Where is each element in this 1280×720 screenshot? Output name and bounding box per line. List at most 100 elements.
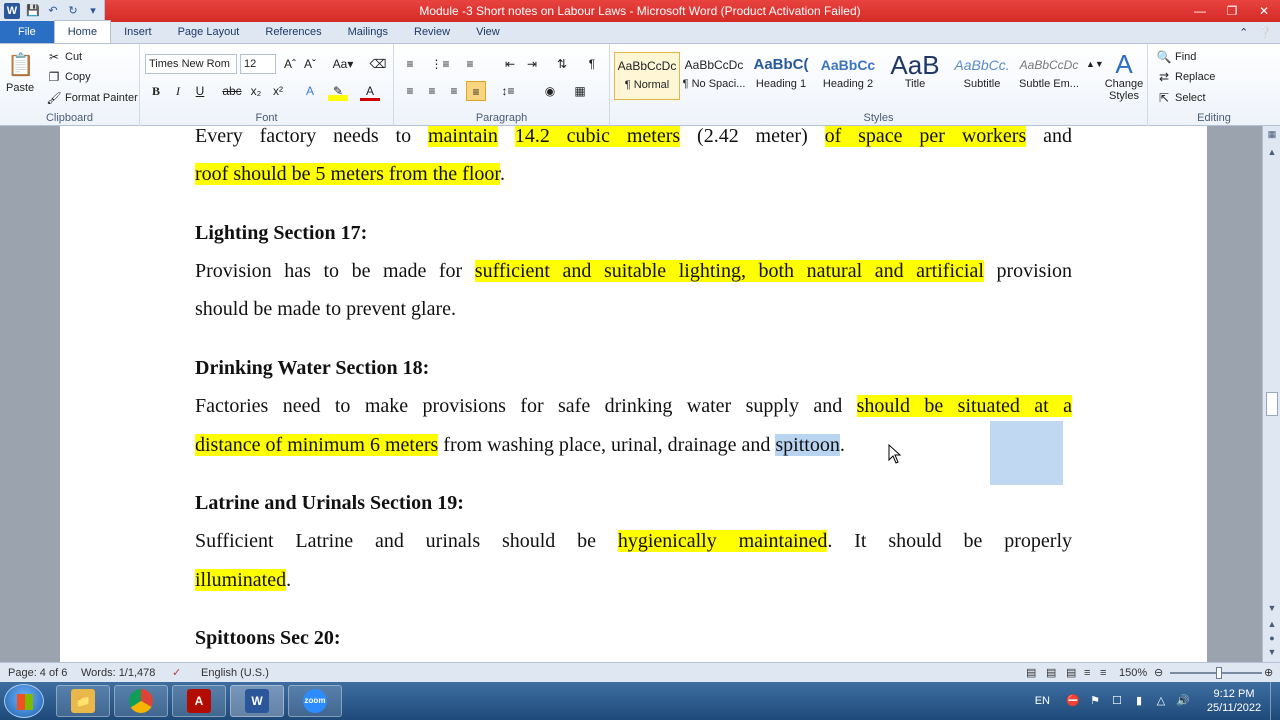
- style-no-spacing[interactable]: AaBbCcDc ¶ No Spaci...: [681, 52, 747, 100]
- tab-review[interactable]: Review: [401, 21, 463, 43]
- replace-button[interactable]: ⇄ Replace: [1156, 69, 1215, 85]
- zoom-slider-thumb[interactable]: [1216, 667, 1222, 679]
- undo-icon[interactable]: ↶: [46, 4, 60, 18]
- format-painter-button[interactable]: 🖌 Format Painter: [46, 90, 137, 106]
- underline-icon[interactable]: U: [190, 81, 210, 101]
- tab-references[interactable]: References: [252, 21, 334, 43]
- tab-mailings[interactable]: Mailings: [335, 21, 401, 43]
- language[interactable]: English (U.S.): [201, 663, 269, 683]
- ruler-toggle-icon[interactable]: ▦: [1263, 126, 1280, 142]
- help-icon[interactable]: ❔: [1258, 26, 1272, 39]
- taskbar-acrobat[interactable]: A: [172, 685, 226, 717]
- close-button[interactable]: ✕: [1248, 0, 1280, 22]
- selected-text[interactable]: spittoon: [775, 434, 840, 456]
- taskbar-word[interactable]: W: [230, 685, 284, 717]
- strikethrough-icon[interactable]: abc: [222, 81, 242, 101]
- cut-button[interactable]: ✂ Cut: [46, 49, 82, 65]
- customize-qat-icon[interactable]: ▾: [86, 4, 100, 18]
- find-button[interactable]: 🔍 Find: [1156, 49, 1197, 65]
- align-left-icon[interactable]: ≡: [400, 81, 420, 101]
- restore-button[interactable]: ❐: [1216, 0, 1248, 22]
- show-formatting-icon[interactable]: ¶: [582, 54, 602, 74]
- print-layout-icon[interactable]: ▤: [1026, 663, 1036, 683]
- show-desktop-button[interactable]: [1270, 682, 1280, 720]
- change-case-icon[interactable]: Aa▾: [330, 54, 356, 74]
- line-spacing-icon[interactable]: ↕≡: [498, 81, 518, 101]
- taskbar-explorer[interactable]: 📁: [56, 685, 110, 717]
- font-family-select[interactable]: Times New Rom: [145, 54, 237, 74]
- start-button[interactable]: [4, 684, 44, 718]
- redo-icon[interactable]: ↻: [66, 4, 80, 18]
- draft-view-icon[interactable]: ≡: [1100, 663, 1106, 683]
- grow-font-icon[interactable]: Aˆ: [280, 54, 300, 74]
- bullets-icon[interactable]: ≡: [400, 54, 420, 74]
- zoom-out-icon[interactable]: ⊖: [1154, 663, 1163, 683]
- clear-formatting-icon[interactable]: ⌫: [368, 54, 388, 74]
- page-count[interactable]: Page: 4 of 6: [8, 663, 67, 683]
- taskbar-chrome[interactable]: [114, 685, 168, 717]
- scroll-down-icon[interactable]: ▼: [1263, 600, 1280, 616]
- italic-icon[interactable]: I: [168, 81, 188, 101]
- save-icon[interactable]: 💾: [26, 4, 40, 18]
- network-icon[interactable]: ☐: [1110, 694, 1124, 708]
- minimize-button[interactable]: —: [1184, 0, 1216, 22]
- increase-indent-icon[interactable]: ⇥: [522, 54, 542, 74]
- proofing-icon[interactable]: ✓: [172, 663, 181, 683]
- style-title[interactable]: AaB Title: [882, 52, 948, 100]
- clipboard-group: 📋 Paste ✂ Cut ❐ Copy 🖌 Format Painter Cl…: [0, 44, 140, 126]
- shrink-font-icon[interactable]: Aˇ: [300, 54, 320, 74]
- no-entry-icon[interactable]: ⛔: [1066, 694, 1080, 708]
- styles-scroll-icon[interactable]: ▲▼: [1086, 54, 1104, 74]
- justify-icon[interactable]: ≡: [466, 81, 486, 101]
- style-subtitle[interactable]: AaBbCc. Subtitle: [949, 52, 1015, 100]
- document-page[interactable]: Every factory needs to maintain 14.2 cub…: [60, 126, 1207, 662]
- tab-insert[interactable]: Insert: [111, 21, 165, 43]
- numbering-icon[interactable]: ⋮≡: [430, 54, 450, 74]
- vertical-scrollbar[interactable]: ▦ ▲ ▼ ▲ ● ▼: [1262, 126, 1280, 662]
- word-logo-icon[interactable]: W: [4, 3, 20, 19]
- change-styles-button[interactable]: A Change Styles: [1104, 50, 1144, 102]
- volume-icon[interactable]: 🔊: [1176, 694, 1190, 708]
- outline-view-icon[interactable]: ≡: [1084, 663, 1090, 683]
- superscript-icon[interactable]: x²: [268, 81, 288, 101]
- select-button[interactable]: ⇱ Select: [1156, 90, 1206, 106]
- shading-icon[interactable]: ◉: [540, 81, 560, 101]
- font-color-icon[interactable]: A: [360, 81, 380, 101]
- battery-icon[interactable]: ▮: [1132, 694, 1146, 708]
- tab-file[interactable]: File: [0, 21, 54, 43]
- text-effects-icon[interactable]: A: [300, 81, 320, 101]
- tab-view[interactable]: View: [463, 21, 513, 43]
- font-size-select[interactable]: 12: [240, 54, 276, 74]
- scrollbar-thumb[interactable]: [1266, 392, 1278, 416]
- web-layout-icon[interactable]: ▤: [1066, 663, 1076, 683]
- tab-home[interactable]: Home: [53, 20, 112, 43]
- multilevel-list-icon[interactable]: ≡: [460, 54, 480, 74]
- subscript-icon[interactable]: x₂: [246, 81, 266, 101]
- scroll-up-icon[interactable]: ▲: [1263, 144, 1280, 160]
- language-indicator[interactable]: EN: [1035, 695, 1050, 707]
- signal-icon[interactable]: △: [1154, 694, 1168, 708]
- align-right-icon[interactable]: ≡: [444, 81, 464, 101]
- align-center-icon[interactable]: ≡: [422, 81, 442, 101]
- clock[interactable]: 9:12 PM 25/11/2022: [1198, 687, 1270, 715]
- taskbar-zoom[interactable]: zoom: [288, 685, 342, 717]
- style-normal[interactable]: AaBbCcDc ¶ Normal: [614, 52, 680, 100]
- borders-icon[interactable]: ▦: [570, 81, 590, 101]
- style-heading-2[interactable]: AaBbCc Heading 2: [815, 52, 881, 100]
- decrease-indent-icon[interactable]: ⇤: [500, 54, 520, 74]
- style-heading-1[interactable]: AaBbC( Heading 1: [748, 52, 814, 100]
- zoom-in-icon[interactable]: ⊕: [1264, 663, 1273, 683]
- paste-button[interactable]: 📋 Paste: [6, 50, 34, 94]
- zoom-level[interactable]: 150%: [1119, 663, 1147, 683]
- word-count[interactable]: Words: 1/1,478: [81, 663, 155, 683]
- next-page-icon[interactable]: ▼: [1263, 644, 1280, 660]
- bold-icon[interactable]: B: [146, 81, 166, 101]
- flag-icon[interactable]: ⚑: [1088, 694, 1102, 708]
- copy-button[interactable]: ❐ Copy: [46, 69, 91, 85]
- sort-icon[interactable]: ⇅: [552, 54, 572, 74]
- tab-page-layout[interactable]: Page Layout: [165, 21, 253, 43]
- style-subtle-emphasis[interactable]: AaBbCcDc Subtle Em...: [1016, 52, 1082, 100]
- ribbon-minimize-icon[interactable]: ⌃: [1239, 26, 1248, 39]
- full-screen-reading-icon[interactable]: ▤: [1046, 663, 1056, 683]
- highlight-icon[interactable]: ✎: [328, 81, 348, 101]
